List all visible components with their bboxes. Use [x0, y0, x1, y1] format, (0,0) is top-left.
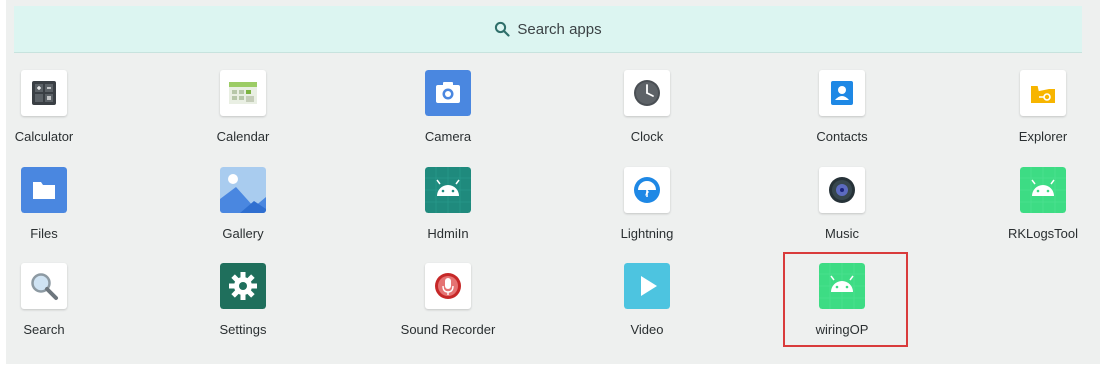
app-hdmiin[interactable]: HdmiIn	[388, 167, 508, 241]
app-label: Contacts	[816, 129, 868, 144]
app-label: HdmiIn	[427, 226, 469, 241]
gear-icon	[220, 263, 266, 309]
gallery-icon	[220, 167, 266, 213]
app-label: Gallery	[222, 226, 264, 241]
app-label: Lightning	[620, 226, 674, 241]
app-label: Calculator	[14, 129, 74, 144]
app-calendar[interactable]: Calendar	[183, 70, 303, 144]
app-label: Clock	[630, 129, 664, 144]
play-icon	[624, 263, 670, 309]
app-label: Search	[23, 322, 65, 337]
search-icon	[495, 21, 510, 37]
app-music[interactable]: Music	[782, 167, 902, 241]
app-label: Music	[825, 226, 859, 241]
app-label: Settings	[219, 322, 267, 337]
lightning-icon	[624, 167, 670, 213]
android-icon	[425, 167, 471, 213]
app-calculator[interactable]: Calculator	[0, 70, 104, 144]
search-apps-bar[interactable]: Search apps	[14, 6, 1082, 53]
app-clock[interactable]: Clock	[587, 70, 707, 144]
app-explorer[interactable]: Explorer	[983, 70, 1102, 144]
folder-icon	[1020, 70, 1066, 116]
app-contacts[interactable]: Contacts	[782, 70, 902, 144]
app-search[interactable]: Search	[0, 263, 104, 337]
app-label: Video	[630, 322, 664, 337]
app-drawer: Search apps Calculator Calendar Camera C…	[6, 0, 1100, 364]
app-sound-recorder[interactable]: Sound Recorder	[388, 263, 508, 337]
app-lightning[interactable]: Lightning	[587, 167, 707, 241]
calculator-icon	[21, 70, 67, 116]
android-icon	[1020, 167, 1066, 213]
app-camera[interactable]: Camera	[388, 70, 508, 144]
app-settings[interactable]: Settings	[183, 263, 303, 337]
app-label: Files	[30, 226, 58, 241]
contacts-icon	[819, 70, 865, 116]
app-video[interactable]: Video	[587, 263, 707, 337]
music-icon	[819, 167, 865, 213]
app-label: Calendar	[216, 129, 270, 144]
app-label: Camera	[424, 129, 472, 144]
files-icon	[21, 167, 67, 213]
magnifier-icon	[21, 263, 67, 309]
clock-icon	[624, 70, 670, 116]
app-label: wiringOP	[815, 322, 869, 337]
search-apps-label: Search apps	[517, 20, 602, 38]
app-wiringop[interactable]: wiringOP	[782, 263, 902, 337]
calendar-icon	[220, 70, 266, 116]
app-rklogstool[interactable]: RKLogsTool	[983, 167, 1102, 241]
microphone-icon	[425, 263, 471, 309]
android-icon	[819, 263, 865, 309]
app-label: Explorer	[1018, 129, 1068, 144]
app-gallery[interactable]: Gallery	[183, 167, 303, 241]
camera-icon	[425, 70, 471, 116]
app-files[interactable]: Files	[0, 167, 104, 241]
app-label: Sound Recorder	[400, 322, 496, 337]
app-label: RKLogsTool	[1007, 226, 1079, 241]
